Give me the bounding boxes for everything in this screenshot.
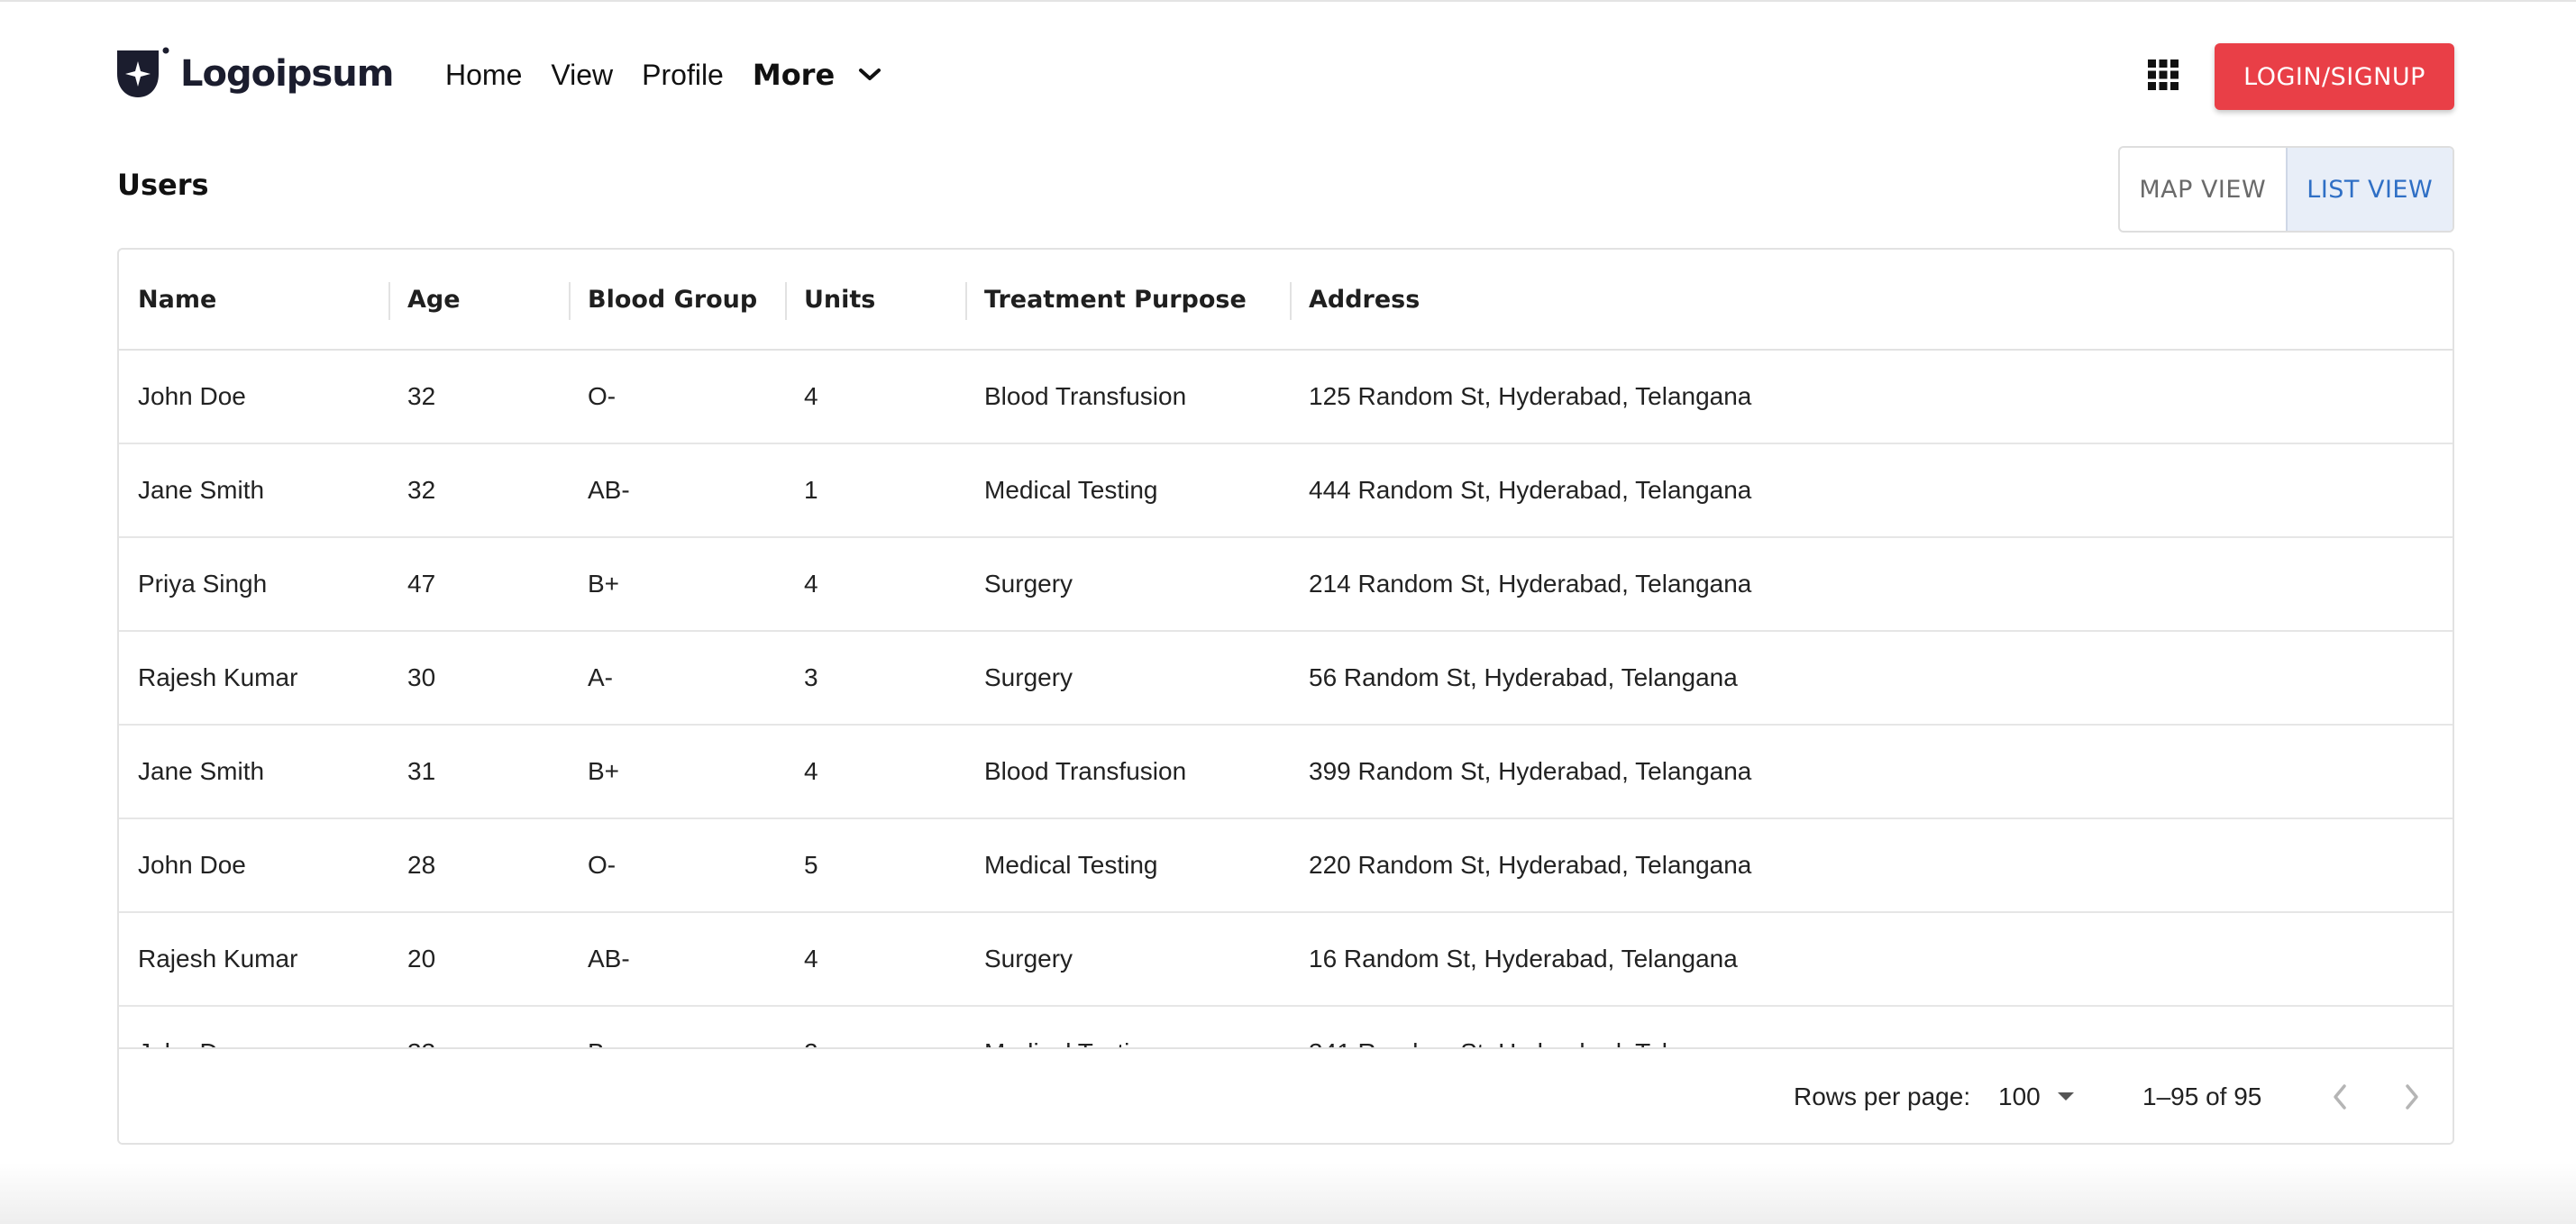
nav-more-dropdown[interactable]: More xyxy=(753,58,882,92)
cell-address: 220 Random St, Hyderabad, Telangana xyxy=(1309,851,1752,879)
chevron-down-icon xyxy=(859,69,882,80)
cell-name: Jane Smith xyxy=(138,757,265,785)
map-view-button[interactable]: MAP VIEW xyxy=(2120,148,2286,231)
chevron-right-icon xyxy=(2406,1084,2418,1110)
dropdown-arrow-icon xyxy=(2057,1092,2074,1101)
column-header-age[interactable]: Age xyxy=(407,250,461,349)
cell-name: John Doe xyxy=(138,1007,246,1047)
pagination-range: 1–95 of 95 xyxy=(2142,1082,2262,1110)
table-row[interactable]: John Doe 32 O- 4 Blood Transfusion 125 Random… xyxy=(119,351,2453,444)
column-header-treatment-purpose[interactable]: Treatment Purpose xyxy=(984,250,1247,349)
column-header-blood-group[interactable]: Blood Group xyxy=(588,250,757,349)
page-bottom-shadow xyxy=(0,1163,2576,1224)
cell-units: 1 xyxy=(804,476,818,504)
cell-name: John Doe xyxy=(138,851,246,879)
cell-treatment-purpose: Blood Transfusion xyxy=(984,757,1187,785)
apps-grid-icon[interactable] xyxy=(2147,59,2179,91)
chevron-left-icon xyxy=(2334,1084,2346,1110)
cell-units: 4 xyxy=(804,757,818,785)
column-header-name[interactable]: Name xyxy=(138,250,216,349)
next-page-button[interactable] xyxy=(2387,1072,2437,1122)
cell-age: 32 xyxy=(407,476,436,504)
cell-address: 56 Random St, Hyderabad, Telangana xyxy=(1309,663,1738,691)
cell-units: 2 xyxy=(804,1007,818,1047)
column-header-address[interactable]: Address xyxy=(1309,250,1420,349)
page-title: Users xyxy=(117,168,209,202)
list-view-button[interactable]: LIST VIEW xyxy=(2285,148,2453,231)
rows-per-page-label: Rows per page: xyxy=(1794,1082,1971,1110)
table-row[interactable]: Rajesh Kumar 20 AB- 4 Surgery 16 Random St, H… xyxy=(119,913,2453,1007)
nav-profile[interactable]: Profile xyxy=(642,59,724,92)
cell-name: John Doe xyxy=(138,382,246,410)
cell-name: Priya Singh xyxy=(138,570,268,598)
main-nav: Home View Profile More xyxy=(445,54,882,96)
cell-units: 3 xyxy=(804,663,818,691)
cell-blood-group: B+ xyxy=(588,570,620,598)
cell-name: Rajesh Kumar xyxy=(138,663,298,691)
cell-blood-group: O- xyxy=(588,851,617,879)
cell-blood-group: B+ xyxy=(588,757,620,785)
cell-address: 16 Random St, Hyderabad, Telangana xyxy=(1309,945,1738,973)
cell-units: 4 xyxy=(804,570,818,598)
nav-view[interactable]: View xyxy=(551,59,613,92)
table-row[interactable]: John Doe 33 B- 2 Medical Testing 341 Random S… xyxy=(119,1007,2453,1047)
cell-units: 4 xyxy=(804,945,818,973)
cell-age: 31 xyxy=(407,757,436,785)
users-table: Name Age Blood Group Units Treatment Pur… xyxy=(117,248,2454,1145)
column-separator[interactable] xyxy=(785,282,787,320)
login-signup-button[interactable]: LOGIN/SIGNUP xyxy=(2215,43,2454,110)
previous-page-button[interactable] xyxy=(2315,1072,2365,1122)
header: Logoipsum Home View Profile More LOGIN/S… xyxy=(0,2,2576,146)
cell-blood-group: AB- xyxy=(588,945,630,973)
column-separator[interactable] xyxy=(965,282,967,320)
cell-address: 444 Random St, Hyderabad, Telangana xyxy=(1309,476,1752,504)
column-separator[interactable] xyxy=(1290,282,1292,320)
nav-more-label: More xyxy=(752,58,836,92)
table-body: John Doe 32 O- 4 Blood Transfusion 125 Random… xyxy=(119,351,2453,1047)
cell-age: 30 xyxy=(407,663,436,691)
table-row[interactable]: Rajesh Kumar 30 A- 3 Surgery 56 Random St, Hy… xyxy=(119,632,2453,726)
rows-per-page-select[interactable]: 100 xyxy=(1998,1049,2075,1143)
table-pagination: Rows per page: 100 1–95 of 95 xyxy=(119,1047,2453,1143)
cell-units: 4 xyxy=(804,382,818,410)
logo[interactable]: Logoipsum xyxy=(115,47,394,101)
cell-age: 28 xyxy=(407,851,436,879)
table-row[interactable]: Jane Smith 32 AB- 1 Medical Testing 444 Rando… xyxy=(119,444,2453,538)
cell-treatment-purpose: Blood Transfusion xyxy=(984,382,1187,410)
cell-blood-group: B- xyxy=(588,1007,613,1047)
table-row[interactable]: Jane Smith 31 B+ 4 Blood Transfusion 399 Rand… xyxy=(119,726,2453,819)
cell-treatment-purpose: Medical Testing xyxy=(984,1007,1157,1047)
table-row[interactable]: John Doe 28 O- 5 Medical Testing 220 Random S… xyxy=(119,819,2453,913)
cell-treatment-purpose: Surgery xyxy=(984,945,1073,973)
view-toggle: MAP VIEW LIST VIEW xyxy=(2118,146,2454,233)
rows-per-page-value: 100 xyxy=(1998,1082,2041,1110)
cell-blood-group: AB- xyxy=(588,476,630,504)
cell-treatment-purpose: Medical Testing xyxy=(984,476,1158,504)
table-header: Name Age Blood Group Units Treatment Pur… xyxy=(119,250,2453,351)
logo-text: Logoipsum xyxy=(180,53,394,95)
cell-name: Jane Smith xyxy=(138,476,265,504)
cell-address: 341 Random St, Hyderabad, Telangana xyxy=(1309,1007,1751,1047)
cell-age: 20 xyxy=(407,945,436,973)
cell-age: 33 xyxy=(407,1007,435,1047)
cell-blood-group: O- xyxy=(588,382,617,410)
cell-name: Rajesh Kumar xyxy=(138,945,298,973)
cell-treatment-purpose: Surgery xyxy=(984,570,1073,598)
cell-treatment-purpose: Surgery xyxy=(984,663,1073,691)
cell-units: 5 xyxy=(804,851,818,879)
cell-age: 47 xyxy=(407,570,436,598)
logo-mark-icon xyxy=(117,47,169,97)
cell-address: 125 Random St, Hyderabad, Telangana xyxy=(1309,382,1752,410)
cell-age: 32 xyxy=(407,382,436,410)
column-separator[interactable] xyxy=(569,282,571,320)
cell-address: 214 Random St, Hyderabad, Telangana xyxy=(1309,570,1752,598)
column-header-units[interactable]: Units xyxy=(804,250,875,349)
cell-address: 399 Random St, Hyderabad, Telangana xyxy=(1309,757,1752,785)
column-separator[interactable] xyxy=(388,282,390,320)
table-row[interactable]: Priya Singh 47 B+ 4 Surgery 214 Random St, Hy… xyxy=(119,538,2453,632)
cell-treatment-purpose: Medical Testing xyxy=(984,851,1158,879)
cell-blood-group: A- xyxy=(588,663,613,691)
nav-home[interactable]: Home xyxy=(445,59,522,92)
